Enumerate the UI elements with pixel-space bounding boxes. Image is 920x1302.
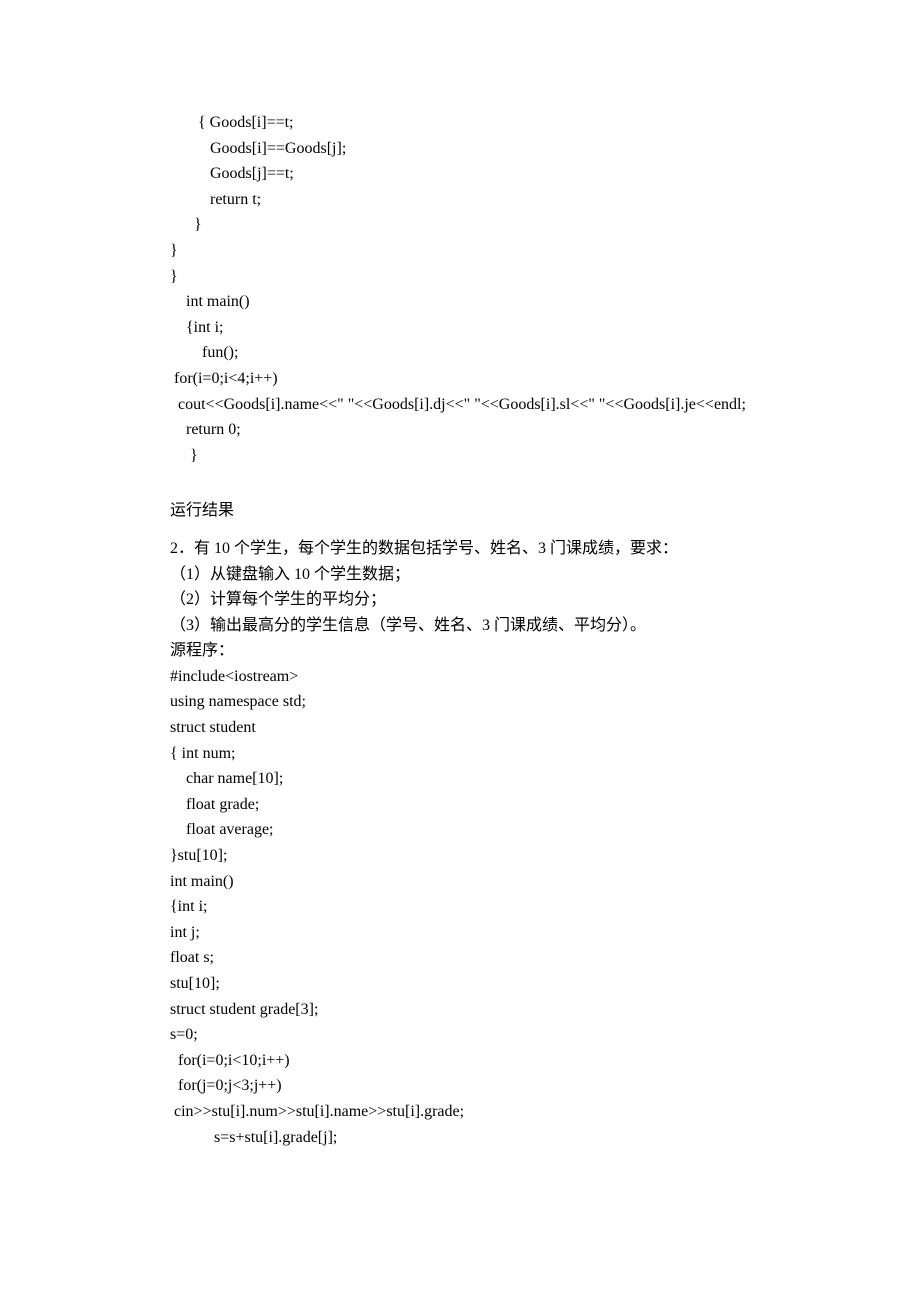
- code-line: }: [170, 238, 750, 264]
- problem-line: （2）计算每个学生的平均分；: [170, 587, 750, 613]
- problem-line: 2．有 10 个学生，每个学生的数据包括学号、姓名、3 门课成绩，要求：: [170, 536, 750, 562]
- code-line: int j;: [170, 920, 750, 946]
- code-line: s=0;: [170, 1022, 750, 1048]
- code-line: s=s+stu[i].grade[j];: [170, 1125, 750, 1151]
- code-block-1: { Goods[i]==t; Goods[i]==Goods[j]; Goods…: [170, 110, 750, 468]
- document-page: { Goods[i]==t; Goods[i]==Goods[j]; Goods…: [0, 0, 920, 1302]
- code-line: {int i;: [170, 894, 750, 920]
- code-line: #include<iostream>: [170, 664, 750, 690]
- code-line: return t;: [170, 187, 750, 213]
- code-line: int main(): [170, 289, 750, 315]
- code-line: for(i=0;i<4;i++): [170, 366, 750, 392]
- code-line: struct student: [170, 715, 750, 741]
- code-line: char name[10];: [170, 766, 750, 792]
- code-line: Goods[i]==Goods[j];: [170, 136, 750, 162]
- run-result-heading: 运行结果: [170, 498, 750, 524]
- code-line: }: [170, 212, 750, 238]
- code-line: stu[10];: [170, 971, 750, 997]
- code-line: struct student grade[3];: [170, 997, 750, 1023]
- code-line: float average;: [170, 817, 750, 843]
- code-line: }: [170, 264, 750, 290]
- code-line: Goods[j]==t;: [170, 161, 750, 187]
- code-line: cin>>stu[i].num>>stu[i].name>>stu[i].gra…: [170, 1099, 750, 1125]
- code-line: for(i=0;i<10;i++): [170, 1048, 750, 1074]
- code-line: cout<<Goods[i].name<<" "<<Goods[i].dj<<"…: [170, 392, 750, 418]
- code-line: using namespace std;: [170, 689, 750, 715]
- code-line: float s;: [170, 945, 750, 971]
- code-line: { Goods[i]==t;: [170, 110, 750, 136]
- code-line: float grade;: [170, 792, 750, 818]
- problem-statement: 2．有 10 个学生，每个学生的数据包括学号、姓名、3 门课成绩，要求： （1）…: [170, 536, 750, 638]
- code-line: for(j=0;j<3;j++): [170, 1073, 750, 1099]
- code-line: {int i;: [170, 315, 750, 341]
- code-line: return 0;: [170, 417, 750, 443]
- code-line: fun();: [170, 340, 750, 366]
- code-line: }: [170, 443, 750, 469]
- problem-line: （3）输出最高分的学生信息（学号、姓名、3 门课成绩、平均分）。: [170, 613, 750, 639]
- source-label: 源程序：: [170, 638, 750, 664]
- problem-line: （1）从键盘输入 10 个学生数据；: [170, 562, 750, 588]
- code-line: }stu[10];: [170, 843, 750, 869]
- code-line: int main(): [170, 869, 750, 895]
- code-block-2: #include<iostream> using namespace std; …: [170, 664, 750, 1150]
- code-line: { int num;: [170, 741, 750, 767]
